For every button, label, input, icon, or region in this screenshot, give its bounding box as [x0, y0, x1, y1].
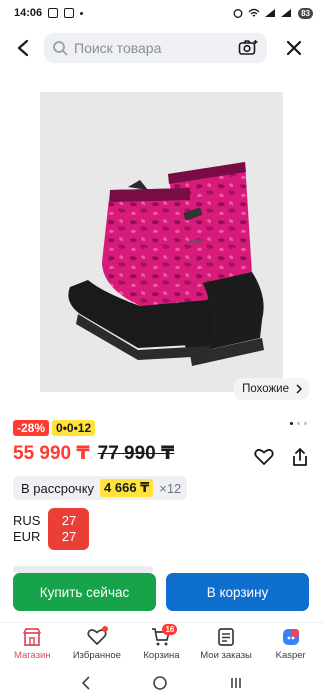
winter-boots-image [68, 162, 264, 366]
cart-count-badge: 16 [162, 624, 178, 635]
favorite-button[interactable] [251, 444, 277, 470]
alarm-icon [233, 9, 243, 18]
nav-item-shop[interactable]: Магазин [1, 627, 63, 661]
kasper-icon [281, 627, 301, 647]
camera-search-button[interactable] [237, 37, 259, 59]
nav-item-favorites[interactable]: Избранное [66, 626, 128, 661]
nav-item-kasper[interactable]: Kasper [260, 627, 322, 661]
currency-labels: RUS EUR [13, 508, 40, 550]
product-gallery[interactable]: Похожие [0, 76, 323, 406]
orders-icon [216, 627, 236, 647]
shop-icon [22, 627, 42, 647]
close-button[interactable] [279, 33, 309, 63]
similar-label: Похожие [242, 383, 289, 395]
current-price: 55 990 ₸ [13, 443, 90, 464]
nav-label-favorites: Избранное [72, 650, 121, 661]
installment-label: В рассрочку [21, 480, 95, 496]
photo-notification-icon [48, 8, 59, 18]
currency-rates: RUS EUR 27 27 [13, 508, 90, 550]
status-right: 83 [232, 7, 313, 19]
badges: -28% 0•0•12 [13, 420, 96, 436]
system-back-icon[interactable] [80, 676, 92, 690]
heart-icon [254, 449, 274, 465]
share-button[interactable] [287, 444, 313, 470]
nav-label-kasper: Kasper [275, 650, 306, 661]
buy-now-button[interactable]: Купить сейчас [13, 573, 156, 611]
discount-badge: -28% [13, 420, 50, 436]
search-box[interactable] [44, 33, 267, 63]
signal2-icon [281, 9, 292, 17]
wifi-icon [248, 8, 260, 17]
camera-icon [238, 40, 258, 55]
add-to-cart-button[interactable]: В корзину [166, 573, 309, 611]
old-price: 77 990 ₸ [97, 443, 175, 464]
status-bar: 14:06 83 [0, 0, 323, 26]
installment-badge: 0•0•12 [52, 420, 96, 436]
app-notification-icon [64, 8, 75, 18]
gallery-pagination [290, 422, 307, 425]
close-icon [286, 40, 302, 56]
product-photo[interactable] [40, 92, 283, 392]
page-dot [297, 422, 300, 425]
installment-times: ×12 [159, 480, 182, 496]
nav-label-orders: Мои заказы [200, 650, 252, 661]
status-time: 14:06 [14, 7, 43, 19]
battery-indicator: 83 [298, 7, 313, 19]
system-home-icon[interactable] [152, 675, 168, 691]
back-arrow-icon [17, 39, 29, 57]
currency-value-eur: 27 [61, 529, 77, 544]
nav-item-orders[interactable]: Мои заказы [195, 627, 257, 661]
share-icon [293, 448, 307, 466]
currency-label-eur: EUR [13, 529, 41, 544]
search-header [0, 28, 323, 68]
back-button[interactable] [8, 33, 38, 63]
nav-label-cart: Корзина [143, 650, 180, 661]
prices: 55 990 ₸ 77 990 ₸ [13, 442, 174, 465]
notification-dot [101, 626, 108, 632]
page-dot [304, 422, 307, 425]
currency-sizes-box[interactable]: 27 27 [48, 508, 90, 550]
installment-amount: 4 666 ₸ [100, 479, 154, 497]
currency-label-rus: RUS [13, 513, 41, 528]
bottom-nav: Магазин Избранное 16 Корзина Мои заказы … [0, 622, 323, 666]
system-recents-icon[interactable] [229, 676, 243, 690]
installment-row[interactable]: В рассрочку 4 666 ₸ ×12 [13, 476, 188, 500]
status-left: 14:06 [14, 7, 84, 19]
more-notifications-icon [80, 11, 84, 15]
similar-products-button[interactable]: Похожие [234, 378, 309, 400]
page-dot [290, 422, 293, 425]
system-nav-bar [0, 666, 323, 700]
purchase-actions: Купить сейчас В корзину [0, 566, 323, 622]
search-icon [53, 41, 68, 56]
chevron-right-icon [296, 384, 303, 394]
signal-icon [265, 9, 276, 17]
search-input[interactable] [74, 40, 224, 56]
nav-item-cart[interactable]: 16 Корзина [130, 624, 192, 661]
currency-value-rus: 27 [61, 513, 77, 528]
nav-label-shop: Магазин [13, 650, 51, 661]
